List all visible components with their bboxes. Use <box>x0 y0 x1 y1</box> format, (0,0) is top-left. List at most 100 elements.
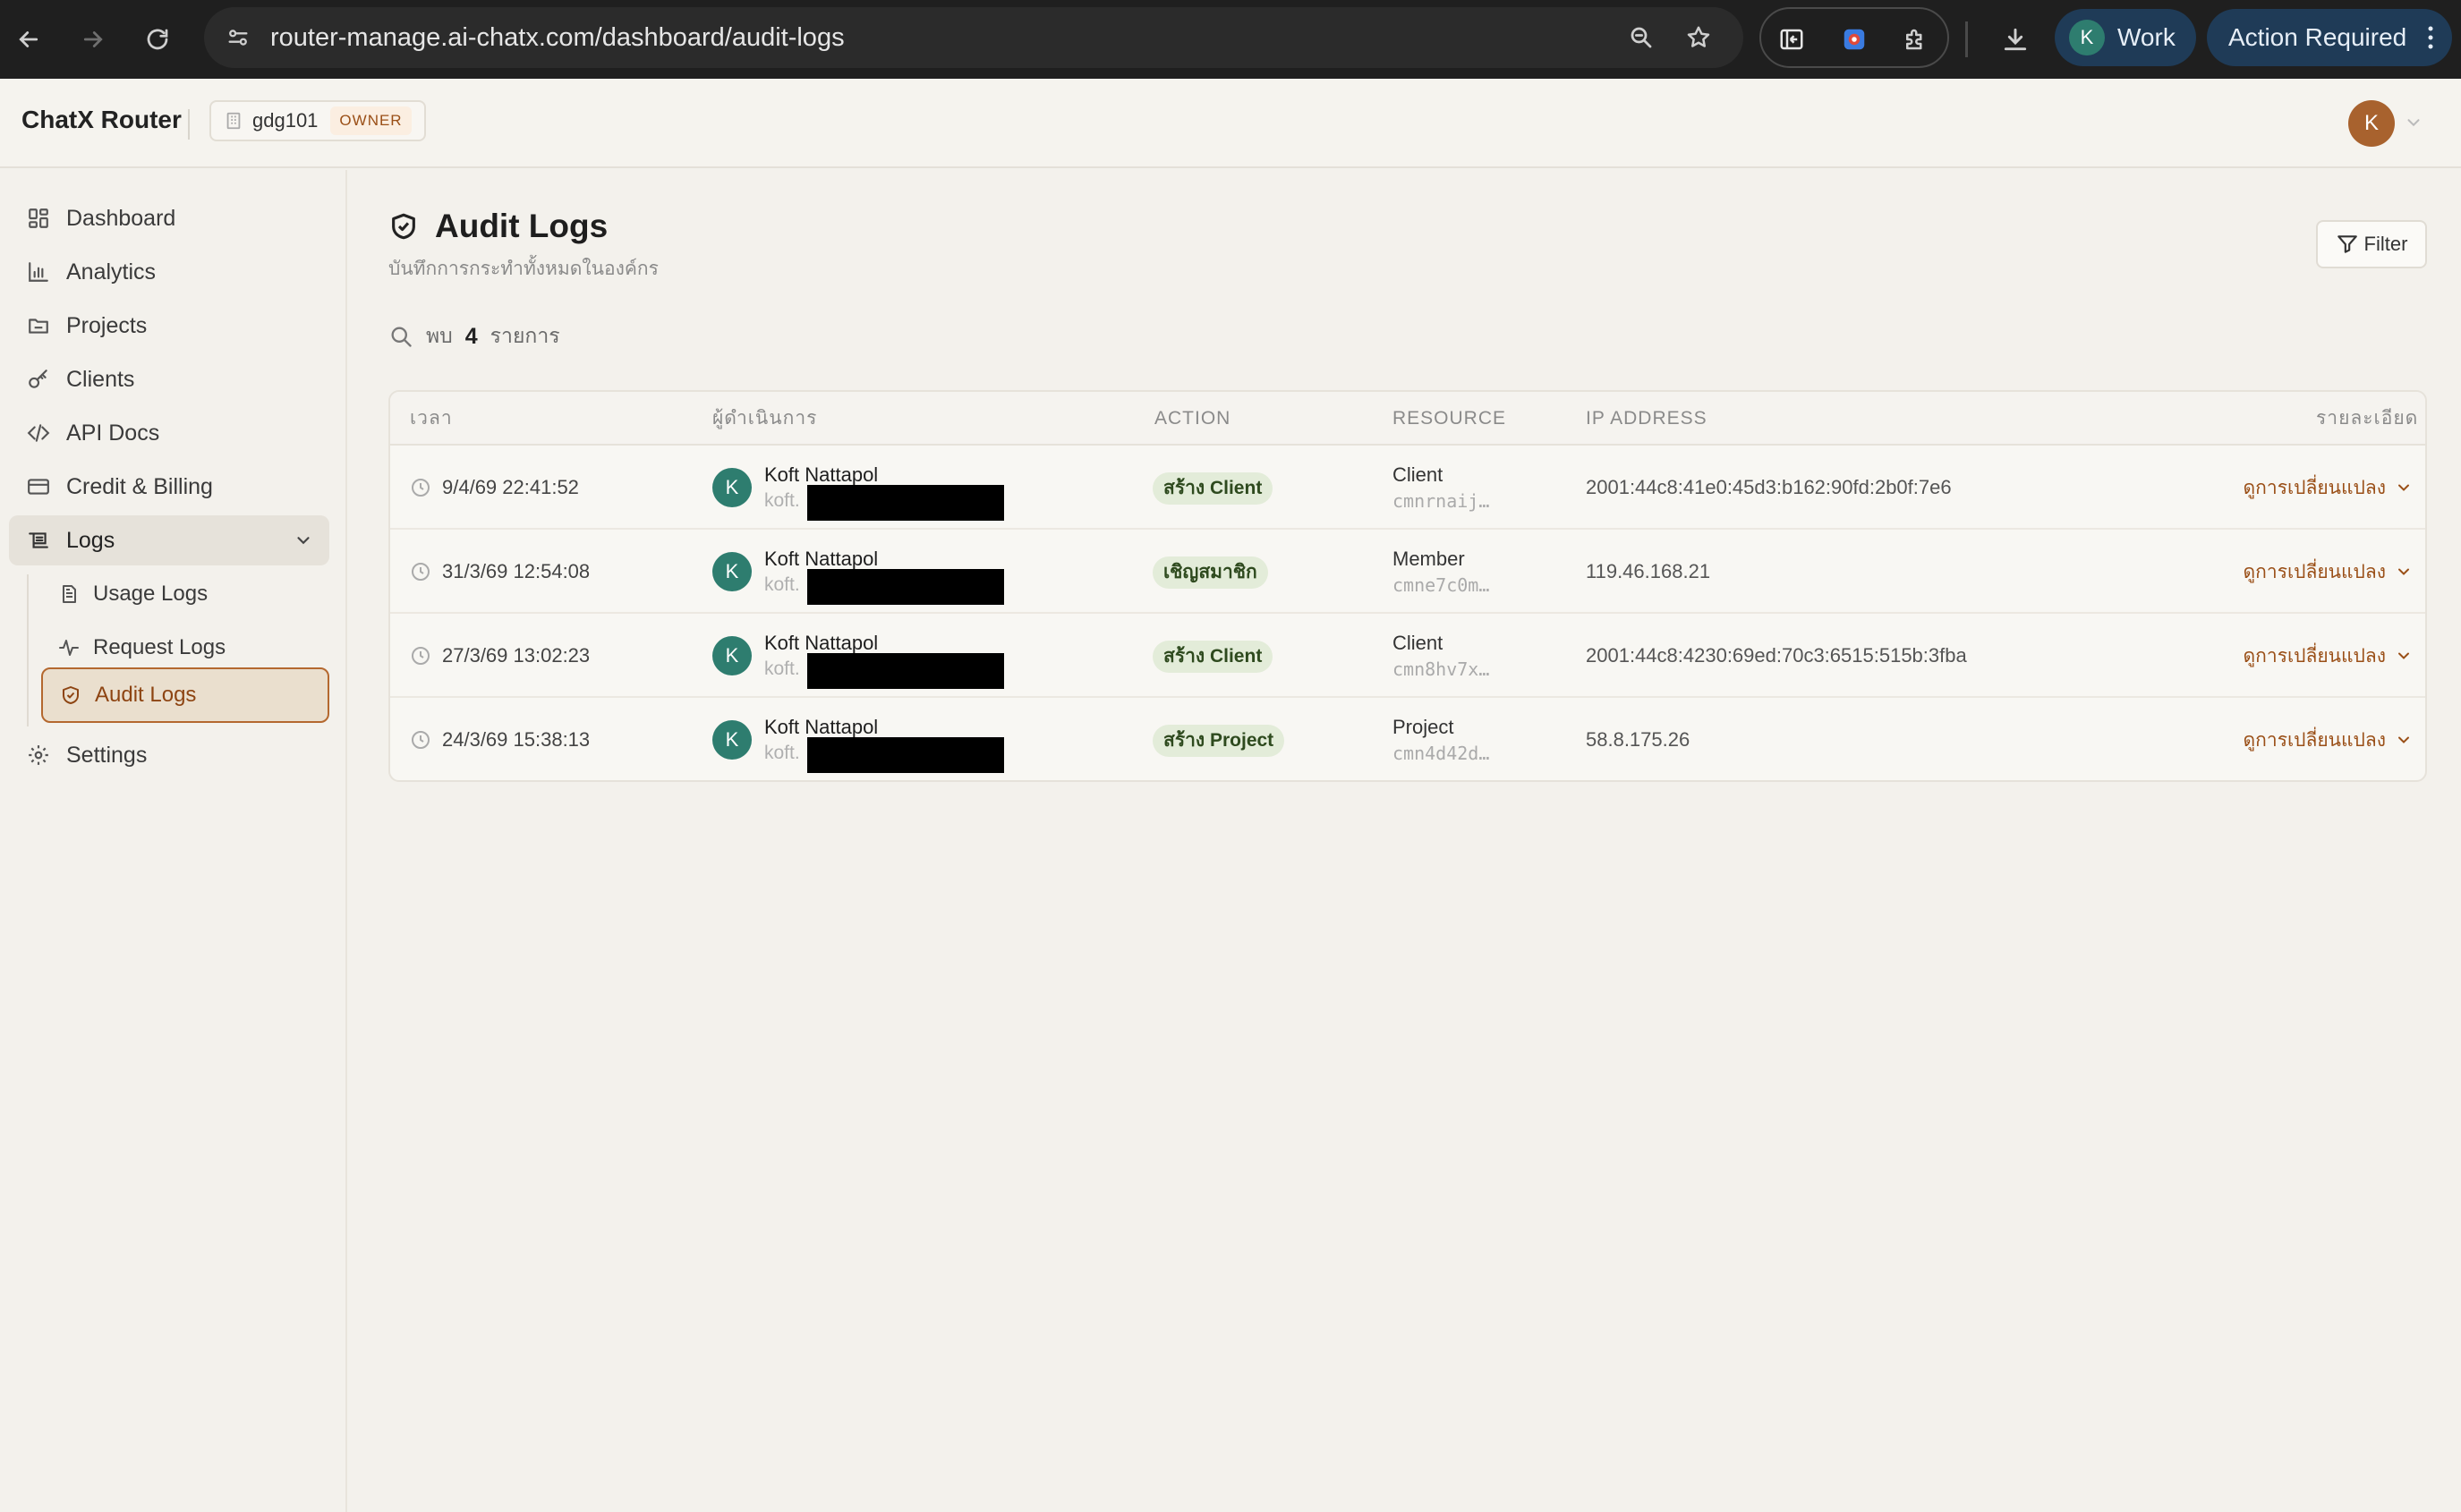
gear-icon <box>25 742 52 769</box>
sidebar-item-api-docs[interactable]: API Docs <box>9 408 329 458</box>
sidebar-item-label: Request Logs <box>93 635 226 659</box>
count-prefix: พบ <box>426 324 453 347</box>
action-required-button[interactable]: Action Required <box>2207 9 2452 66</box>
forward-button[interactable] <box>70 16 116 63</box>
sidebar-item-dashboard[interactable]: Dashboard <box>9 193 329 243</box>
actor-name: Koft Nattapol <box>764 463 879 486</box>
kebab-menu-icon[interactable] <box>2426 24 2435 51</box>
chevron-down-icon <box>2398 736 2409 743</box>
profile-avatar: K <box>2069 20 2105 55</box>
sidepanel-extension-icon[interactable] <box>1774 21 1810 57</box>
sidebar-item-label: Projects <box>66 312 148 338</box>
actor-name: Koft Nattapol <box>764 548 879 570</box>
activity-icon <box>55 634 82 661</box>
puzzle-extensions-icon[interactable] <box>1897 21 1933 57</box>
chevron-down-icon[interactable] <box>2404 113 2423 132</box>
sidebar-item-logs[interactable]: Logs <box>9 515 329 565</box>
view-changes-link[interactable]: ดูการเปลี่ยนแปลง <box>2237 530 2413 614</box>
org-name: gdg101 <box>252 109 319 132</box>
resource-type: Member <box>1392 548 1465 570</box>
shield-check-icon <box>388 209 422 243</box>
reload-button[interactable] <box>134 16 181 63</box>
resource-type: Client <box>1392 632 1443 654</box>
table-header: เวลา ผู้ดำเนินการ ACTION RESOURCE IP ADD… <box>390 392 2425 446</box>
clock-icon <box>412 647 430 665</box>
ip-address: 2001:44c8:41e0:45d3:b162:90fd:2b0f:7e6 <box>1586 476 1952 498</box>
sidebar-item-credit-billing[interactable]: Credit & Billing <box>9 462 329 512</box>
address-bar[interactable]: router-manage.ai-chatx.com/dashboard/aud… <box>204 7 1743 68</box>
count-number: 4 <box>464 323 478 349</box>
sidebar-item-request-logs[interactable]: Request Logs <box>41 623 329 673</box>
column-header-details: รายละเอียด <box>2316 408 2419 429</box>
resource-id: cmn8hv7x… <box>1392 658 1490 680</box>
chevron-down-icon <box>2398 568 2409 575</box>
code-icon <box>25 420 52 446</box>
result-count: พบ 4 รายการ <box>388 320 560 353</box>
actor-avatar: K <box>712 552 752 591</box>
site-settings-icon[interactable] <box>220 20 256 55</box>
sidebar-item-usage-logs[interactable]: Usage Logs <box>41 569 329 619</box>
actor-email: koft. <box>764 574 800 595</box>
view-changes-link[interactable]: ดูการเปลี่ยนแปลง <box>2237 446 2413 530</box>
sidebar-item-audit-logs[interactable]: Audit Logs <box>41 667 329 723</box>
sidebar-item-settings[interactable]: Settings <box>9 730 329 780</box>
column-header-ip: IP ADDRESS <box>1586 408 1707 429</box>
sidebar-item-label: Dashboard <box>66 205 176 231</box>
downloads-button[interactable] <box>1992 16 2039 63</box>
page-subtitle: บันทึกการกระทำทั้งหมดในองค์กร <box>388 259 659 279</box>
view-changes-link[interactable]: ดูการเปลี่ยนแปลง <box>2237 698 2413 780</box>
view-changes-label: ดูการเปลี่ยนแปลง <box>2243 729 2386 751</box>
record-extension-icon[interactable] <box>1836 21 1872 57</box>
grid-icon <box>25 205 52 232</box>
resource-id: cmne7c0m… <box>1392 574 1490 596</box>
actor-name: Koft Nattapol <box>764 716 879 738</box>
clock-icon <box>412 563 430 581</box>
bookmark-star-icon[interactable] <box>1681 20 1716 55</box>
zoom-icon[interactable] <box>1623 20 1659 55</box>
filter-button[interactable]: Filter <box>2316 220 2427 268</box>
sidebar-item-projects[interactable]: Projects <box>9 301 329 351</box>
filter-icon <box>2337 235 2357 253</box>
time-cell: 9/4/69 22:41:52 <box>410 446 579 530</box>
table-row[interactable]: 24/3/69 15:38:13 K Koft Nattapol koft. ส… <box>390 698 2425 780</box>
toolbar-divider <box>1965 21 1968 57</box>
key-icon <box>25 366 52 393</box>
redaction-box <box>807 653 1004 689</box>
ip-address: 119.46.168.21 <box>1586 560 1711 582</box>
resource-id: cmn4d42d… <box>1392 743 1490 764</box>
page-title-text: Audit Logs <box>435 208 609 244</box>
app-header: ChatX Router gdg101 OWNER K <box>0 79 2461 168</box>
sidebar-item-analytics[interactable]: Analytics <box>9 247 329 297</box>
sidebar-item-clients[interactable]: Clients <box>9 354 329 404</box>
chevron-down-icon <box>2398 652 2409 659</box>
actor-avatar: K <box>712 636 752 675</box>
table-row[interactable]: 31/3/69 12:54:08 K Koft Nattapol koft. เ… <box>390 530 2425 614</box>
chevron-down-icon[interactable] <box>294 531 313 550</box>
column-header-actor: ผู้ดำเนินการ <box>712 408 818 429</box>
profile-label: Work <box>2117 23 2176 51</box>
timestamp: 27/3/69 13:02:23 <box>442 644 591 667</box>
clock-icon <box>412 479 430 497</box>
audit-log-table: เวลา ผู้ดำเนินการ ACTION RESOURCE IP ADD… <box>388 390 2427 782</box>
back-button[interactable] <box>5 16 52 63</box>
user-avatar[interactable]: K <box>2348 100 2395 147</box>
sidebar-item-label: API Docs <box>66 420 160 446</box>
url-text[interactable]: router-manage.ai-chatx.com/dashboard/aud… <box>270 7 845 68</box>
view-changes-link[interactable]: ดูการเปลี่ยนแปลง <box>2237 614 2413 698</box>
brand-name[interactable]: ChatX Router <box>21 106 182 134</box>
sidebar-item-label: Credit & Billing <box>66 473 213 499</box>
time-cell: 24/3/69 15:38:13 <box>410 698 590 780</box>
actor-email: koft. <box>764 658 800 679</box>
action-required-label: Action Required <box>2228 23 2407 51</box>
org-switcher[interactable]: gdg101 OWNER <box>209 100 426 141</box>
ip-address: 58.8.175.26 <box>1586 728 1690 751</box>
profile-button[interactable]: K Work <box>2055 9 2196 66</box>
redaction-box <box>807 737 1004 773</box>
sidebar-item-label: Analytics <box>66 259 157 285</box>
table-row[interactable]: 27/3/69 13:02:23 K Koft Nattapol koft. ส… <box>390 614 2425 698</box>
timestamp: 9/4/69 22:41:52 <box>442 476 579 498</box>
table-row[interactable]: 9/4/69 22:41:52 K Koft Nattapol koft. สร… <box>390 446 2425 530</box>
time-cell: 27/3/69 13:02:23 <box>410 614 590 698</box>
redaction-box <box>807 485 1004 521</box>
column-header-resource: RESOURCE <box>1392 408 1507 429</box>
